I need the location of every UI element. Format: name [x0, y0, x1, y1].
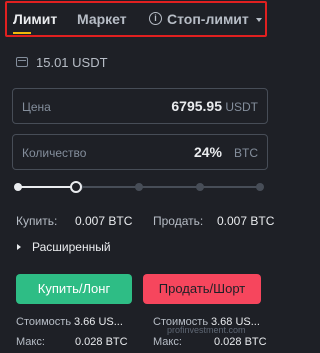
- tab-stop-limit[interactable]: Стоп-лимит: [167, 11, 249, 27]
- price-value[interactable]: 6795.95: [171, 98, 222, 114]
- wallet-icon: [16, 57, 28, 67]
- active-tab-indicator: [13, 32, 31, 34]
- percent-slider[interactable]: [14, 180, 264, 194]
- sell-max-value: 0.028 BTC: [214, 336, 267, 348]
- price-label: Цена: [22, 100, 51, 114]
- slider-fill: [18, 186, 77, 188]
- order-type-tabs: Лимит Маркет i Стоп-лимит: [5, 1, 267, 37]
- buy-cost-label: Стоимость: [16, 316, 72, 328]
- sell-short-button[interactable]: Продать/Шорт: [143, 274, 261, 304]
- slider-handle[interactable]: [70, 181, 83, 193]
- quantity-unit: BTC: [234, 146, 258, 160]
- quantity-label: Количество: [22, 146, 87, 160]
- slider-step-0[interactable]: [14, 183, 22, 191]
- quantity-field[interactable]: Количество 24% BTC: [12, 134, 268, 170]
- quantity-value[interactable]: 24%: [194, 144, 222, 160]
- chevron-down-icon[interactable]: [256, 18, 262, 22]
- buy-max-value: 0.028 BTC: [75, 336, 128, 348]
- advanced-label: Расширенный: [32, 240, 111, 254]
- sell-amount-label: Продать:: [153, 214, 204, 228]
- sell-max-label: Макс:: [153, 336, 182, 348]
- sell-amount-value: 0.007 BTC: [217, 214, 275, 228]
- watermark-text: profinvestment.com: [167, 325, 246, 335]
- balance-value: 15.01 USDT: [36, 54, 108, 70]
- buy-cost-value: 3.66 US...: [74, 316, 123, 328]
- slider-step-50[interactable]: [135, 183, 143, 191]
- tab-market[interactable]: Маркет: [77, 11, 127, 27]
- advanced-toggle[interactable]: Расширенный: [17, 240, 111, 254]
- buy-max-label: Макс:: [16, 336, 45, 348]
- buy-amount-value: 0.007 BTC: [75, 214, 133, 228]
- info-icon[interactable]: i: [149, 12, 162, 25]
- slider-step-75[interactable]: [195, 183, 204, 191]
- buy-long-button[interactable]: Купить/Лонг: [16, 274, 132, 304]
- price-unit: USDT: [225, 100, 258, 114]
- slider-step-100[interactable]: [256, 183, 264, 191]
- buy-amount-label: Купить:: [16, 214, 58, 228]
- price-field[interactable]: Цена 6795.95 USDT: [12, 88, 268, 124]
- tab-limit[interactable]: Лимит: [13, 11, 57, 27]
- available-balance: 15.01 USDT: [16, 54, 108, 70]
- chevron-right-icon: [17, 244, 21, 250]
